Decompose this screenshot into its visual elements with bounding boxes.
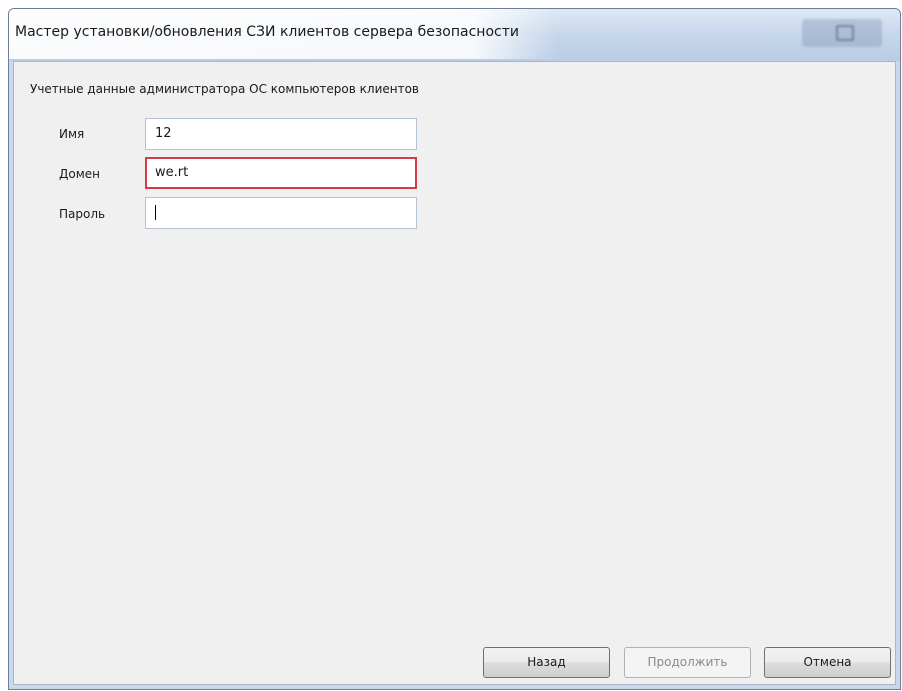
name-label: Имя bbox=[59, 127, 85, 141]
continue-button[interactable]: Продолжить bbox=[624, 647, 751, 678]
domain-label: Домен bbox=[59, 167, 100, 181]
wizard-window: Мастер установки/обновления СЗИ клиентов… bbox=[8, 8, 901, 690]
wizard-content: Учетные данные администратора ОС компьют… bbox=[13, 61, 896, 685]
text-caret bbox=[155, 205, 156, 220]
section-header: Учетные данные администратора ОС компьют… bbox=[30, 82, 419, 96]
name-field-value: 12 bbox=[155, 126, 172, 141]
password-field[interactable] bbox=[145, 197, 417, 229]
cancel-button[interactable]: Отмена bbox=[764, 647, 891, 678]
password-label: Пароль bbox=[59, 207, 106, 221]
back-button[interactable]: Назад bbox=[483, 647, 610, 678]
window-controls[interactable] bbox=[802, 19, 882, 47]
maximize-icon[interactable] bbox=[836, 25, 854, 41]
window-title: Мастер установки/обновления СЗИ клиентов… bbox=[15, 24, 519, 40]
title-plate: Мастер установки/обновления СЗИ клиентов… bbox=[9, 9, 557, 59]
title-bar: Мастер установки/обновления СЗИ клиентов… bbox=[9, 9, 900, 61]
name-field[interactable]: 12 bbox=[145, 118, 417, 150]
domain-field-value: we.rt bbox=[155, 165, 189, 180]
domain-field[interactable]: we.rt bbox=[145, 157, 417, 189]
